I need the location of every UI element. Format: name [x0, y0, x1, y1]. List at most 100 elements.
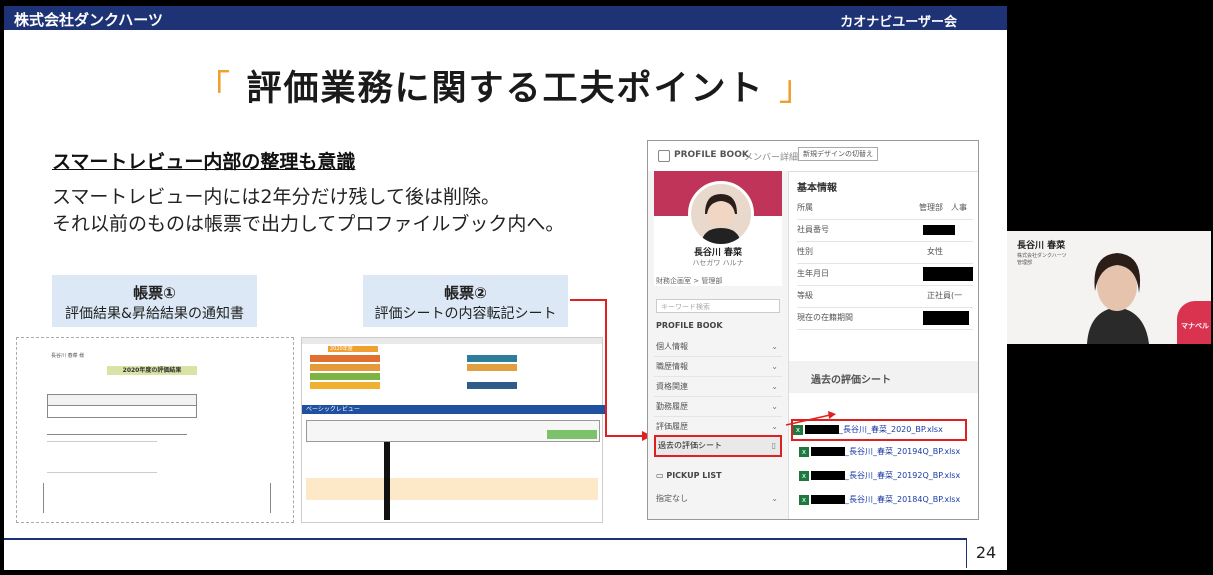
- logo-text: マナベル: [1181, 322, 1209, 330]
- chevron-down-icon: ⌄: [771, 382, 778, 391]
- sheet-year: 2020年度: [328, 346, 378, 352]
- info-label: 等級: [797, 291, 813, 300]
- chevron-down-icon: ⌄: [771, 362, 778, 371]
- sidebar-item-attendance[interactable]: 勤務履歴 ⌄: [654, 397, 782, 417]
- info-value: 管理部 人事: [919, 203, 967, 212]
- file-name: _長谷川_春菜_2020_BP.xlsx: [839, 425, 943, 434]
- sidebar-item-label: 資格関連: [656, 382, 688, 391]
- chevron-down-icon: ⌄: [771, 494, 778, 503]
- profile-book-screenshot: PROFILE BOOK メンバー詳細 新規デザインの切替え 長谷川 春菜 ハセ…: [647, 140, 979, 520]
- info-label: 性別: [797, 247, 813, 256]
- sidebar-item-label: 過去の評価シート: [658, 441, 722, 450]
- info-value: 女性: [927, 247, 943, 256]
- sidebar-item-label: 評価履歴: [656, 422, 688, 431]
- form1-title: 帳票①: [133, 284, 176, 302]
- sidebar-item-personal[interactable]: 個人情報 ⌄: [654, 337, 782, 357]
- sheet-bar-4: [310, 382, 380, 389]
- info-label: 所属: [797, 203, 813, 212]
- sheet-section-title: ベーシックレビュー: [302, 405, 606, 414]
- company-name: 株式会社ダンクハーツ: [14, 11, 163, 29]
- sidebar-item-label: 職歴情報: [656, 362, 688, 371]
- sheet-bar-6: [467, 364, 517, 371]
- file-link[interactable]: x _長谷川_春菜_20192Q_BP.xlsx: [799, 467, 975, 485]
- connector-arrow: [570, 299, 652, 441]
- sidebar-section-label: PROFILE BOOK: [656, 321, 723, 330]
- chevron-down-icon: ⌄: [771, 422, 778, 431]
- sidebar-item-label: 勤務履歴: [656, 402, 688, 411]
- sheet-bar-2: [310, 364, 380, 371]
- title-close-bracket: 」: [778, 69, 816, 109]
- sidebar-item-qualifications[interactable]: 資格関連 ⌄: [654, 377, 782, 397]
- pickup-list-value: 指定なし: [656, 494, 688, 503]
- title-text: 評価業務に関する工夫ポイント: [246, 69, 765, 109]
- pickup-list-label: ▭ PICKUP LIST: [656, 471, 722, 480]
- info-row: 生年月日: [797, 263, 973, 286]
- redacted-value: [923, 311, 969, 325]
- profile-kana: ハセガワ ハルナ: [692, 259, 744, 267]
- sheet-col-header: [302, 338, 602, 344]
- participant-name: 長谷川 春菜: [1017, 241, 1066, 251]
- slide-title: 「 評価業務に関する工夫ポイント 」: [4, 60, 1007, 111]
- slide-header-bar: 株式会社ダンクハーツ カオナビユーザー会: [4, 6, 1007, 30]
- sidebar-item-label: 個人情報: [656, 342, 688, 351]
- doc-recipient: 長谷川 春菜 様: [51, 353, 85, 359]
- info-label: 生年月日: [797, 269, 829, 278]
- sidebar-item-past-sheets[interactable]: 過去の評価シート ▯: [654, 435, 782, 457]
- redacted-value: [923, 267, 973, 281]
- body-line-2: それ以前のものは帳票で出力してプロファイルブック内へ。: [52, 213, 565, 235]
- slide-footer-line: [4, 538, 966, 540]
- manabell-logo-block: マナベル: [1177, 301, 1211, 344]
- info-label: 社員番号: [797, 225, 829, 234]
- design-switch-button[interactable]: 新規デザインの切替え: [798, 147, 878, 161]
- section-heading: スマートレビュー内部の整理も意識: [52, 151, 356, 173]
- info-row: 等級 正社員(一般): [797, 285, 973, 322]
- file-link[interactable]: x _長谷川_春菜_20184Q_BP.xlsx: [799, 491, 975, 509]
- file-name: _長谷川_春菜_20194Q_BP.xlsx: [845, 447, 961, 456]
- sheet-bar-3: [310, 373, 380, 380]
- profile-dept: 財務企画室 > 管理部: [656, 277, 723, 285]
- excel-icon: x: [799, 446, 809, 457]
- file-link[interactable]: x _長谷川_春菜_20194Q_BP.xlsx: [799, 443, 975, 461]
- pb-header-title: PROFILE BOOK: [674, 150, 749, 160]
- participant-role: 管理部: [1017, 260, 1033, 266]
- doc-divider: [47, 434, 187, 435]
- page-number: 24: [966, 538, 1005, 568]
- search-input[interactable]: キーワード検索: [656, 299, 780, 313]
- sidebar-item-evaluation-history[interactable]: 評価履歴 ⌄: [654, 417, 782, 437]
- folder-icon: ▭: [656, 471, 667, 480]
- doc-title: 2020年度の評価結果: [107, 366, 197, 375]
- inner-arrow: [785, 411, 836, 426]
- past-sheets-header: 過去の評価シート: [789, 361, 978, 393]
- profile-book-header: PROFILE BOOK メンバー詳細 新規デザインの切替え: [648, 141, 978, 172]
- form2-desc: 評価シートの内容転記シート: [374, 306, 557, 322]
- excel-icon: x: [799, 470, 809, 481]
- pickup-list-text: PICKUP LIST: [666, 471, 722, 480]
- profile-card: 長谷川 春菜 ハセガワ ハルナ: [654, 171, 782, 286]
- profile-book-main: 基本情報 所属 管理部 人事 社員番号 性別 女性 生年月日 等級 正社員(一般…: [789, 171, 978, 519]
- participant-company: 株式会社ダンクハーツ: [1017, 253, 1067, 259]
- sheet-bar-7: [467, 382, 517, 389]
- profile-book-sidebar: 長谷川 春菜 ハセガワ ハルナ 財務企画室 > 管理部 キーワード検索 PROF…: [648, 171, 789, 519]
- sidebar-item-career[interactable]: 職歴情報 ⌄: [654, 357, 782, 377]
- file-name: _長谷川_春菜_20184Q_BP.xlsx: [845, 495, 961, 504]
- body-line-1: スマートレビュー内には2年分だけ残して後は削除。: [52, 186, 500, 208]
- info-row: 現在の在籍期間: [797, 307, 973, 330]
- form2-sheet-preview: 2020年度 ベーシックレビュー: [301, 337, 606, 523]
- doc-table: [47, 394, 197, 418]
- sheet-highlight-row: [306, 478, 598, 500]
- form1-desc: 評価結果&昇給結果の通知書: [65, 306, 244, 322]
- event-name: カオナビユーザー会: [840, 15, 957, 30]
- sheet-bar-5: [467, 355, 517, 362]
- pickup-list-select[interactable]: 指定なし ⌄: [654, 489, 782, 509]
- form1-document-preview: 長谷川 春菜 様 2020年度の評価結果: [16, 337, 294, 523]
- doc-comment-box: [43, 483, 271, 513]
- info-row: 社員番号: [797, 219, 973, 242]
- form2-title: 帳票②: [444, 284, 487, 302]
- pb-header-crumb: メンバー詳細: [744, 153, 799, 163]
- chevron-down-icon: ⌄: [771, 402, 778, 411]
- chevron-down-icon: ⌄: [771, 342, 778, 351]
- form2-label-box: 帳票② 評価シートの内容転記シート: [363, 275, 568, 327]
- video-participant-tile[interactable]: 長谷川 春菜 株式会社ダンクハーツ 管理部 マナベル: [1007, 231, 1211, 344]
- participant-video: [1087, 253, 1149, 344]
- book-icon: [658, 150, 670, 162]
